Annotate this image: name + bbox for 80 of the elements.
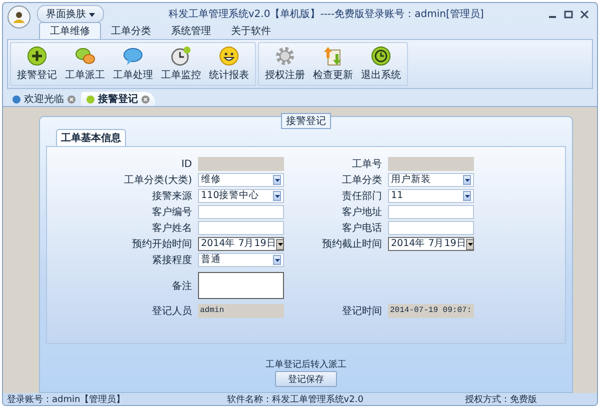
field-label: 预约开始时间 xyxy=(131,238,192,251)
speech-bubble-icon xyxy=(123,46,143,66)
caret-icon xyxy=(274,178,280,182)
dropdown-arrow-button[interactable] xyxy=(463,191,471,201)
field-label: 接警来源 xyxy=(151,190,192,203)
input-field[interactable] xyxy=(388,221,474,235)
field-label: ID xyxy=(180,158,192,170)
caret-icon xyxy=(468,242,473,246)
status-license: 授权方式：免费版 xyxy=(465,394,537,404)
ribbon-button[interactable]: 工单派工 xyxy=(61,43,109,85)
remark-field[interactable] xyxy=(198,272,284,299)
field-label: 客户编号 xyxy=(151,206,192,219)
caret-icon xyxy=(274,194,280,198)
caret-icon xyxy=(464,194,470,198)
readonly-field: admin xyxy=(198,304,284,318)
status-software: 软件名称：科发工单管理系统v2.0 xyxy=(226,394,364,404)
smiley-icon xyxy=(219,46,239,66)
dropdown-field[interactable]: 普通 xyxy=(198,253,284,267)
date-picker[interactable]: 2014年 7月19日 xyxy=(198,237,284,251)
ribbon-tab[interactable]: 工单分类 xyxy=(101,23,161,39)
maximize-icon[interactable] xyxy=(564,10,573,18)
close-icon[interactable] xyxy=(580,10,589,18)
readonly-field: 2014-07-19 09:07: xyxy=(388,304,474,318)
status-account: 登录账号：admin【管理员】 xyxy=(7,394,126,404)
chat-bubbles-icon xyxy=(75,46,95,66)
field-label: 责任部门 xyxy=(341,190,382,203)
window-title: 科发工单管理系统v2.0【单机版】----免费版登录账号：admin[管理员] xyxy=(167,8,485,21)
field-label: 工单分类(大类) xyxy=(123,174,192,187)
close-icon[interactable] xyxy=(67,94,76,104)
field-label: 登记时间 xyxy=(341,304,382,318)
dropdown-arrow-button[interactable] xyxy=(463,175,471,185)
dropdown-arrow-button[interactable] xyxy=(273,191,281,201)
date-picker[interactable]: 2014年 7月19日 xyxy=(388,237,474,251)
caret-icon xyxy=(274,258,280,262)
field-label: 预约截止时间 xyxy=(321,238,382,251)
field-label: 客户地址 xyxy=(341,206,382,219)
app-orb-icon[interactable] xyxy=(7,5,31,29)
ribbon-button[interactable]: 退出系统 xyxy=(357,43,405,85)
dropdown-arrow-button[interactable] xyxy=(276,238,283,250)
field-label: 备注 xyxy=(171,280,192,292)
ribbon-tab[interactable]: 系统管理 xyxy=(161,23,221,39)
close-icon[interactable] xyxy=(141,94,150,104)
caret-icon xyxy=(89,13,96,17)
dropdown-field[interactable]: 维修 xyxy=(198,173,284,187)
update-arrows-icon xyxy=(323,46,343,66)
dropdown-arrow-button[interactable] xyxy=(273,175,281,185)
gear-icon xyxy=(275,46,295,66)
document-tab[interactable]: 欢迎光临 xyxy=(7,92,81,106)
field-label: 紧接程度 xyxy=(151,254,192,267)
document-tab[interactable]: 接警登记 xyxy=(81,92,155,106)
group-title: 接警登记 xyxy=(281,113,331,129)
ribbon-tab[interactable]: 关于软件 xyxy=(221,23,281,39)
caret-icon xyxy=(464,178,470,182)
input-field[interactable] xyxy=(388,205,474,219)
input-field[interactable] xyxy=(198,205,284,219)
form-tab[interactable]: 工单基本信息 xyxy=(56,129,126,146)
power-clock-icon xyxy=(371,46,391,66)
field-label: 登记人员 xyxy=(151,305,192,318)
field-label: 工单号 xyxy=(351,158,382,171)
caret-icon xyxy=(278,242,283,246)
field-label: 客户姓名 xyxy=(151,222,192,235)
ribbon-button[interactable]: 授权注册 xyxy=(261,43,309,85)
dropdown-arrow-button[interactable] xyxy=(273,255,281,265)
clock-icon xyxy=(171,46,191,66)
ribbon-button[interactable]: 工单处理 xyxy=(109,43,157,85)
dropdown-field[interactable]: 110接警中心 xyxy=(198,189,284,203)
ribbon-button[interactable]: 接警登记 xyxy=(13,43,61,85)
field-label: 工单分类 xyxy=(341,174,382,187)
dropdown-arrow-button[interactable] xyxy=(466,238,473,250)
save-button[interactable]: 登记保存 xyxy=(275,371,337,387)
ribbon-button[interactable]: 检查更新 xyxy=(309,43,357,85)
input-field[interactable] xyxy=(198,221,284,235)
field-label: 客户电话 xyxy=(341,222,382,235)
ribbon-tab[interactable]: 工单维修 xyxy=(39,22,101,39)
ribbon-button[interactable]: 工单监控 xyxy=(157,43,205,85)
transfer-note: 工单登记后转入派工 xyxy=(266,358,346,371)
skin-dropdown[interactable]: 界面换肤 xyxy=(37,5,104,23)
dropdown-field[interactable]: 11 xyxy=(388,189,474,203)
dropdown-field[interactable]: 用户新装 xyxy=(388,173,474,187)
ribbon-button[interactable]: 统计报表 xyxy=(205,43,253,85)
